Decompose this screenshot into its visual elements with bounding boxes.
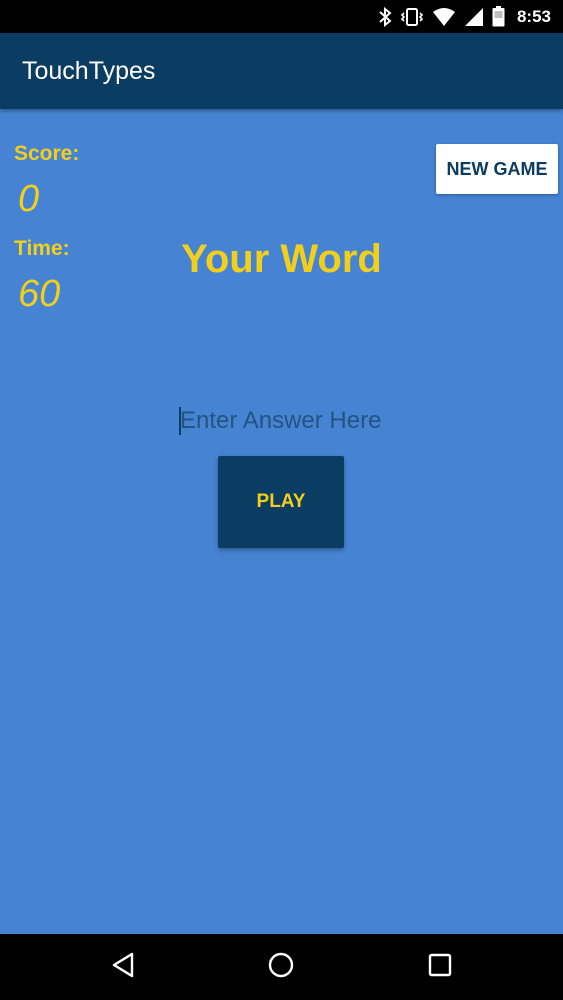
back-button[interactable] — [103, 947, 143, 987]
status-time: 8:53 — [516, 6, 551, 26]
new-game-button[interactable]: NEW GAME — [436, 144, 558, 194]
recents-button[interactable] — [420, 947, 460, 987]
game-screen: Score: 0 Time: 60 NEW GAME Your Word PLA… — [0, 109, 563, 934]
text-caret — [179, 407, 181, 435]
answer-input[interactable] — [178, 401, 400, 441]
status-icons: 8:53 — [378, 0, 551, 33]
score-label: Score: — [14, 142, 80, 165]
bluetooth-icon — [378, 6, 392, 27]
wifi-icon — [432, 7, 456, 27]
score-value: 0 — [18, 178, 40, 220]
app-title: TouchTypes — [22, 57, 156, 85]
play-button[interactable]: PLAY — [218, 456, 344, 548]
home-icon — [267, 951, 295, 984]
status-bar: 8:53 — [0, 0, 563, 33]
word-display: Your Word — [181, 237, 382, 281]
app-bar: TouchTypes — [0, 33, 563, 109]
back-icon — [110, 951, 136, 984]
home-button[interactable] — [261, 947, 301, 987]
recents-icon — [427, 952, 453, 983]
navigation-bar — [0, 934, 563, 1000]
vibrate-icon — [400, 7, 424, 27]
answer-input-wrap — [178, 401, 400, 441]
signal-icon — [464, 7, 484, 27]
battery-icon — [492, 6, 505, 27]
